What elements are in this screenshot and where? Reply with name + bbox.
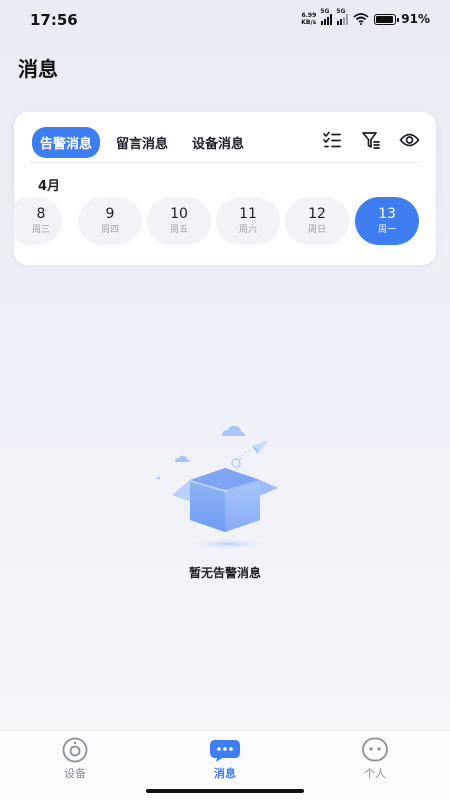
date-weekday: 周五 (169, 225, 188, 235)
nav-label-device: 设备 (64, 767, 86, 780)
eye-icon[interactable] (399, 129, 420, 150)
empty-state-text: 暂无告警消息 (188, 566, 261, 580)
tab-voice-messages[interactable]: 留言消息 (108, 127, 176, 158)
date-day: 13 (378, 206, 396, 222)
list-check-icon[interactable] (321, 129, 342, 150)
filter-icon[interactable] (360, 129, 381, 150)
nav-label-profile: 个人 (364, 767, 386, 780)
signal-2-tag: 5G (336, 7, 346, 15)
nav-label-message: 消息 (214, 767, 236, 780)
message-icon (210, 740, 240, 762)
date-day: 10 (170, 206, 188, 222)
date-weekday: 周三 (31, 225, 50, 235)
signal-1-icon: 5G (320, 8, 333, 25)
date-weekday: 周六 (238, 225, 257, 235)
network-speed: 6.99 KB/s (301, 12, 316, 26)
message-filter-card: 告警消息 留言消息 设备消息 4月 8 周三 9 周四 10 周五 11 周六 … (14, 112, 436, 265)
date-day: 9 (105, 206, 115, 222)
toolbar (321, 129, 420, 150)
wifi-icon (353, 13, 369, 25)
date-weekday: 周四 (100, 225, 119, 235)
tab-alarm-messages[interactable]: 告警消息 (32, 127, 101, 158)
date-item-10[interactable]: 10 周五 (147, 197, 211, 245)
page-title: 消息 (18, 57, 58, 81)
signal-1-tag: 5G (320, 7, 330, 15)
date-item-9[interactable]: 9 周四 (78, 197, 142, 245)
network-speed-unit: KB/s (301, 19, 317, 26)
signal-2-icon: 5G (336, 8, 349, 25)
battery-icon (374, 13, 400, 25)
camera-icon (62, 737, 88, 763)
date-weekday: 周一 (377, 225, 396, 235)
nav-item-device[interactable]: 设备 (35, 737, 115, 781)
battery-percent: 91% (401, 12, 430, 26)
date-item-11[interactable]: 11 周六 (216, 197, 280, 245)
tab-device-messages[interactable]: 设备消息 (184, 127, 252, 158)
date-day: 12 (308, 206, 326, 222)
status-time: 17:56 (30, 11, 78, 29)
profile-face-icon (362, 737, 388, 762)
date-day: 8 (36, 206, 46, 222)
status-indicators: 6.99 KB/s 5G 5G 91% (301, 8, 430, 27)
status-bar: 17:56 6.99 KB/s 5G 5G 91% (0, 0, 450, 40)
date-item-12[interactable]: 12 周日 (285, 197, 349, 245)
nav-item-message[interactable]: 消息 (185, 737, 265, 781)
nav-item-profile[interactable]: 个人 (335, 737, 415, 781)
card-divider (30, 162, 420, 163)
calendar-month: 4月 (38, 179, 61, 194)
date-item-13-selected[interactable]: 13 周一 (355, 197, 419, 245)
message-tabs: 告警消息 留言消息 设备消息 (32, 127, 252, 158)
empty-box-illustration (156, 425, 278, 549)
home-indicator[interactable] (146, 789, 304, 793)
network-speed-value: 6.99 (301, 12, 317, 19)
date-day: 11 (239, 206, 257, 222)
date-weekday: 周日 (307, 225, 326, 235)
date-item-8[interactable]: 8 周三 (14, 197, 62, 245)
date-strip[interactable]: 8 周三 9 周四 10 周五 11 周六 12 周日 13 周一 (14, 197, 436, 247)
